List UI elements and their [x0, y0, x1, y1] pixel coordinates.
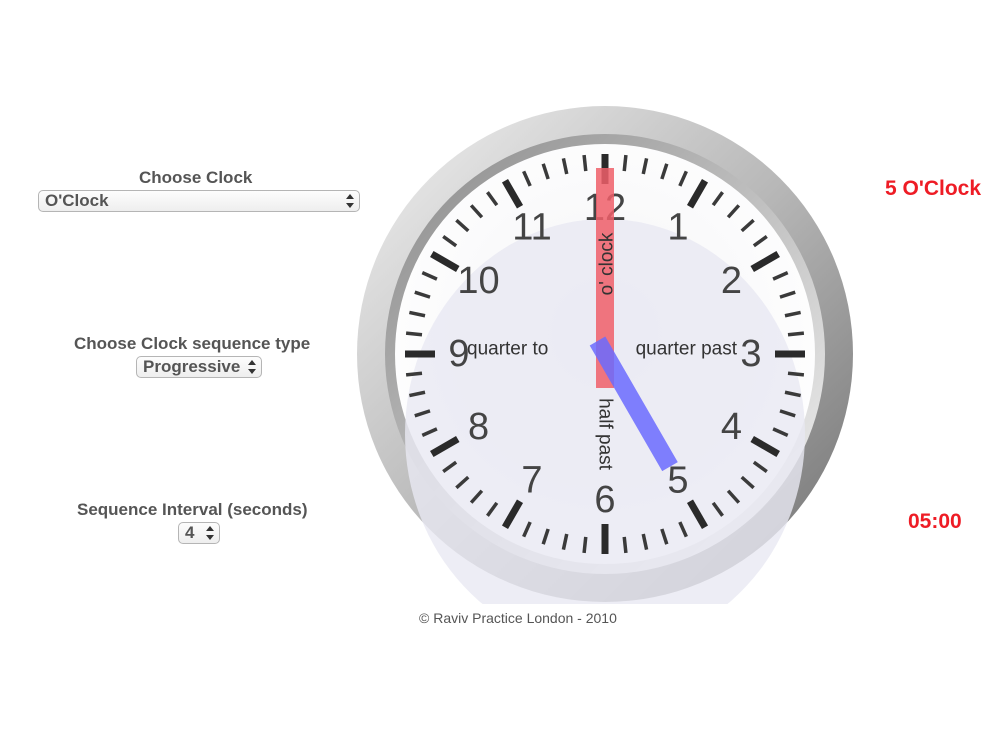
minute-tick [405, 371, 423, 377]
phrase-half-past: half past [595, 398, 616, 471]
numeral-2: 2 [721, 260, 742, 302]
choose-clock-value: O'Clock [45, 191, 109, 210]
numeral-4: 4 [721, 406, 742, 448]
numeral-3: 3 [740, 333, 761, 375]
choose-clock-label: Choose Clock [139, 168, 253, 187]
numeral-7: 7 [521, 459, 542, 501]
interval-value: 4 [185, 523, 195, 542]
analog-clock: 12 1 2 3 4 5 6 7 8 9 10 11 quarter to qu… [357, 106, 853, 604]
minute-tick [622, 154, 628, 172]
choose-clock-select[interactable]: O'Clock [38, 190, 360, 212]
select-arrows-icon [248, 360, 256, 374]
numeral-1: 1 [667, 207, 688, 249]
phrase-oclock: o' clock [597, 232, 618, 295]
numeral-10: 10 [457, 260, 499, 302]
numeral-11: 11 [512, 207, 551, 249]
sequence-type-label: Choose Clock sequence type [74, 334, 311, 353]
interval-stepper[interactable]: 4 [178, 522, 220, 544]
minute-tick [582, 154, 588, 172]
sequence-type-value: Progressive [143, 357, 241, 376]
phrase-quarter-past: quarter past [636, 339, 738, 360]
numeral-8: 8 [468, 406, 489, 448]
phrase-quarter-to: quarter to [467, 339, 548, 360]
minute-tick [787, 371, 805, 377]
copyright-footer: © Raviv Practice London - 2010 [419, 610, 617, 626]
stepper-arrows-icon [206, 526, 214, 540]
minute-tick [582, 536, 588, 554]
minute-tick [622, 536, 628, 554]
interval-label: Sequence Interval (seconds) [77, 500, 308, 519]
time-words-readout: 5 O'Clock [885, 177, 982, 200]
numeral-6: 6 [594, 479, 615, 521]
select-arrows-icon [346, 194, 354, 208]
sequence-type-select[interactable]: Progressive [136, 356, 262, 378]
minute-tick [787, 331, 805, 337]
minute-tick [405, 331, 423, 337]
time-digital-readout: 05:00 [908, 510, 962, 533]
